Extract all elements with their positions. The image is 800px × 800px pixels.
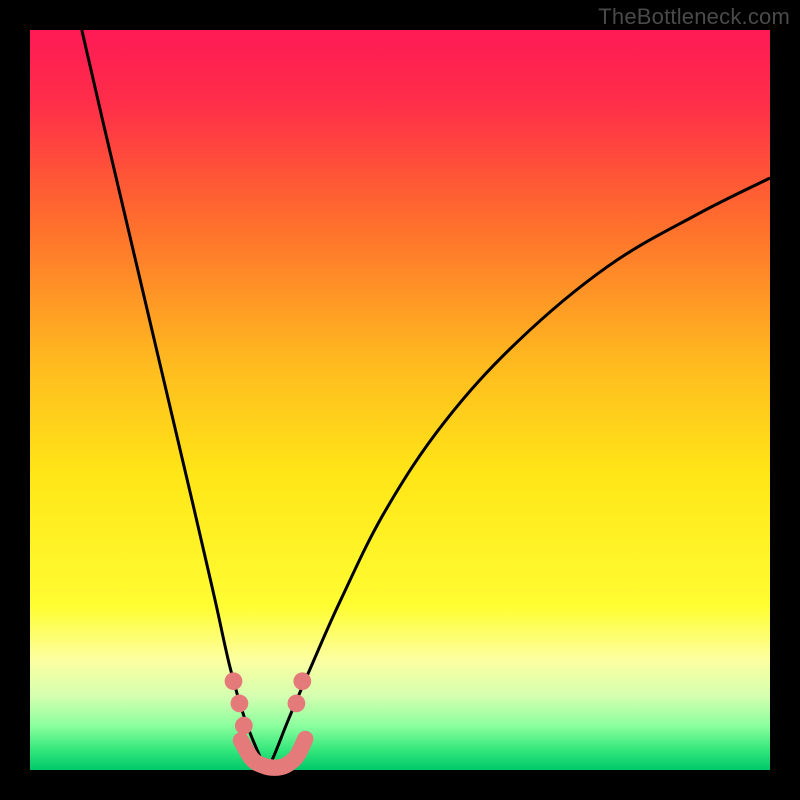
bottleneck-curve	[30, 30, 770, 770]
trough-marker	[288, 695, 306, 713]
trough-marker	[293, 672, 311, 690]
trough-marker	[231, 695, 249, 713]
trough-markers	[225, 672, 312, 734]
curve-right-branch	[267, 178, 770, 770]
watermark-text: TheBottleneck.com	[598, 4, 790, 30]
plot-frame	[30, 30, 770, 770]
trough-marker	[235, 717, 253, 735]
trough-marker	[225, 672, 243, 690]
curve-left-branch	[82, 30, 267, 770]
trough-band	[241, 739, 305, 768]
